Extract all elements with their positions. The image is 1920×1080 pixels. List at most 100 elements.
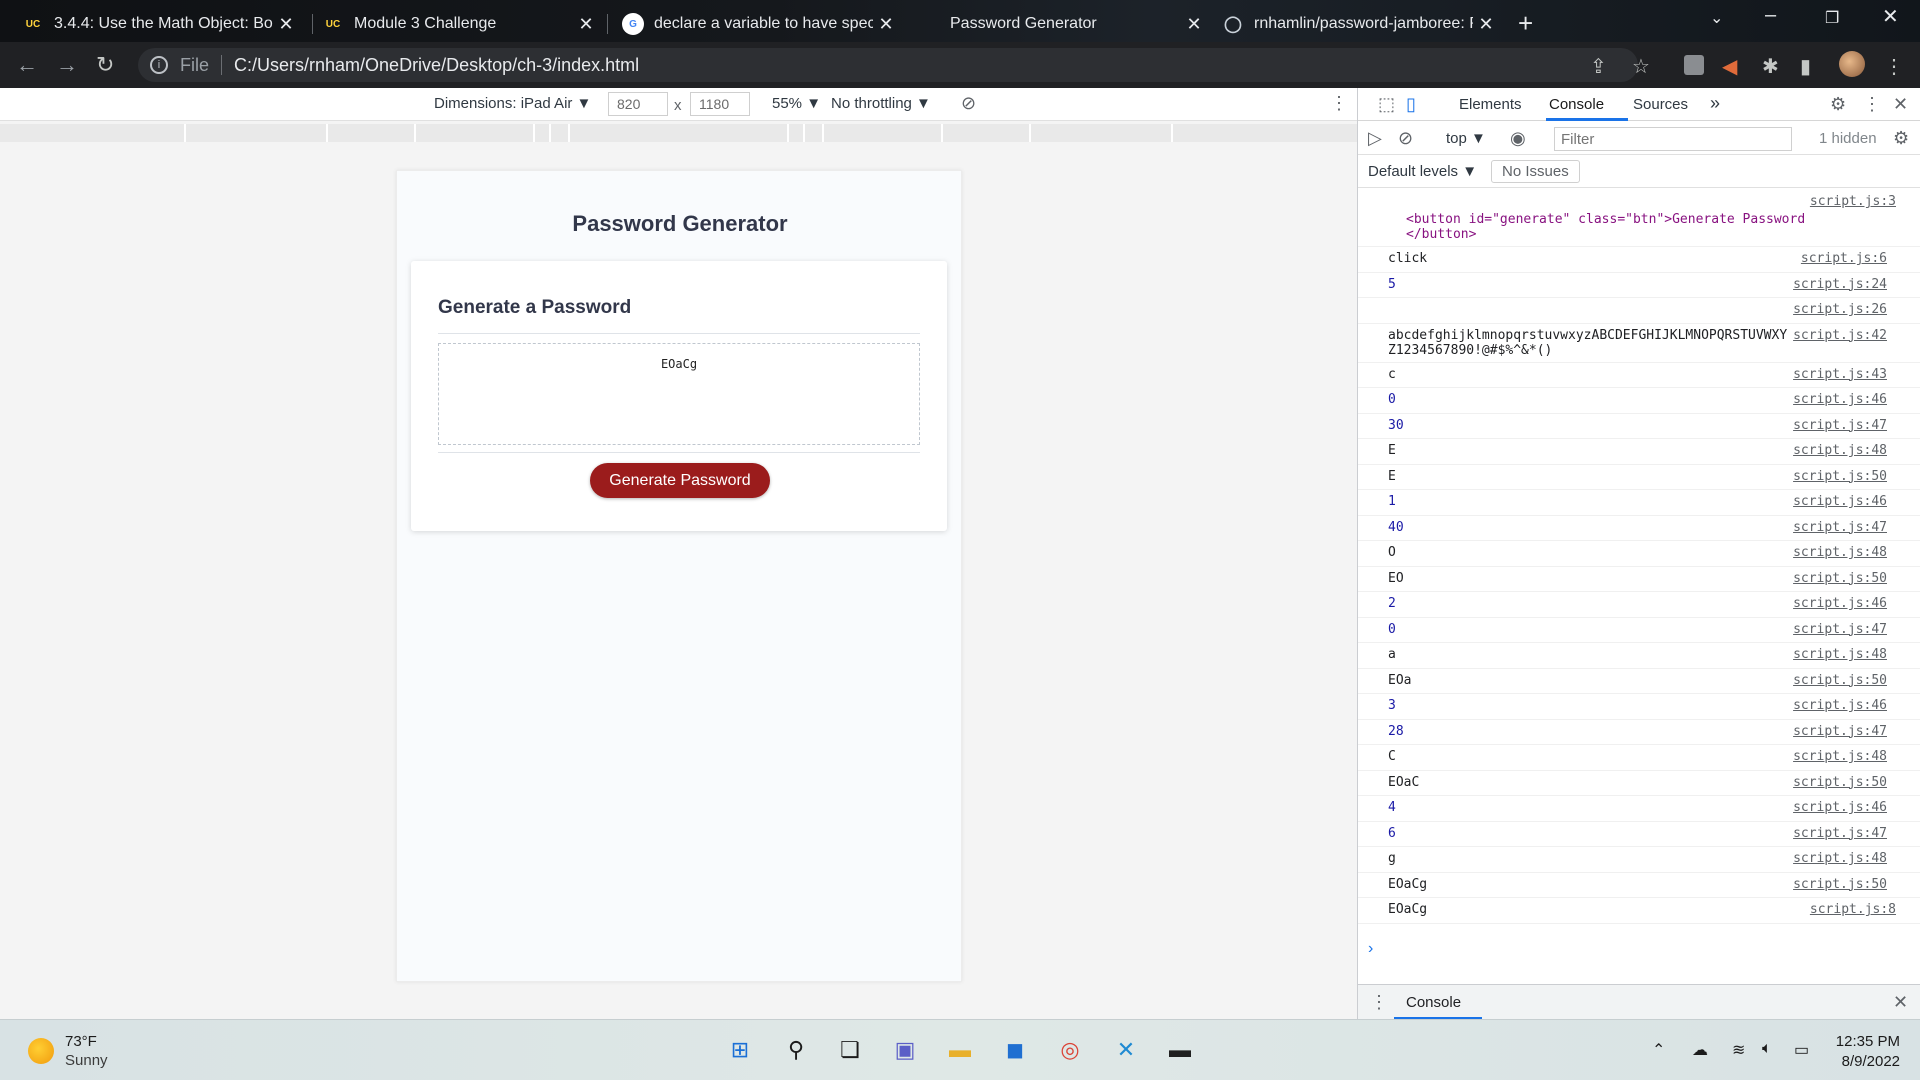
console-filter-input[interactable] — [1554, 127, 1792, 151]
log-levels-select[interactable]: Default levels ▼ — [1368, 163, 1477, 180]
console-source-link[interactable]: script.js:42 — [1793, 328, 1887, 343]
teams-chat-icon[interactable]: ▣ — [889, 1036, 921, 1064]
minimize-icon[interactable]: – — [1765, 4, 1776, 27]
weather-widget[interactable]: 73°F Sunny — [65, 1032, 108, 1070]
device-options-icon[interactable]: ⋮ — [1330, 93, 1348, 114]
close-icon[interactable]: ✕ — [573, 14, 599, 35]
tab-sources[interactable]: Sources — [1633, 96, 1688, 113]
onedrive-icon[interactable]: ☁ — [1692, 1040, 1708, 1060]
side-panel-icon[interactable]: ▮ — [1800, 54, 1811, 79]
width-input[interactable]: 820 — [608, 92, 668, 116]
megaphone-extension-icon[interactable]: ◀ — [1722, 54, 1737, 79]
height-input[interactable]: 1180 — [690, 92, 750, 116]
console-source-link[interactable]: script.js:46 — [1793, 596, 1887, 611]
console-source-link[interactable]: script.js:50 — [1793, 571, 1887, 586]
extensions-puzzle-icon[interactable]: ✱ — [1762, 54, 1779, 79]
devtools-menu-icon[interactable]: ⋮ — [1863, 94, 1881, 115]
system-clock[interactable]: 12:35 PM 8/9/2022 — [1830, 1032, 1900, 1072]
console-source-link[interactable]: script.js:47 — [1793, 622, 1887, 637]
chrome-menu-icon[interactable]: ⋮ — [1884, 54, 1904, 79]
zoom-select[interactable]: 55% ▼ — [772, 95, 821, 112]
console-source-link[interactable]: script.js:3 — [1810, 194, 1896, 209]
console-prompt[interactable]: › — [1368, 940, 1373, 958]
tab-search-icon[interactable]: ⌄ — [1710, 8, 1723, 28]
console-source-link[interactable]: script.js:47 — [1793, 520, 1887, 535]
console-element-close-tag[interactable]: </button> — [1406, 227, 1920, 242]
vscode-icon[interactable]: ✕ — [1110, 1036, 1142, 1064]
rotate-icon[interactable]: ⊘ — [961, 93, 976, 114]
password-textarea[interactable]: EOaCg — [438, 343, 920, 445]
tab-google-search[interactable]: G declare a variable to have special ✕ — [600, 6, 905, 42]
drawer-menu-icon[interactable]: ⋮ — [1370, 992, 1388, 1013]
info-icon[interactable]: i — [150, 56, 168, 74]
devtools-close-icon[interactable]: ✕ — [1893, 94, 1908, 115]
volume-icon[interactable]: 🔈︎ — [1762, 1040, 1772, 1058]
tab-console[interactable]: Console — [1549, 96, 1604, 113]
tray-chevron-icon[interactable]: ⌃ — [1652, 1040, 1665, 1060]
console-source-link[interactable]: script.js:46 — [1793, 494, 1887, 509]
tab-password-generator[interactable]: Password Generator ✕ — [928, 6, 1213, 42]
drawer-tab-console[interactable]: Console — [1406, 994, 1461, 1011]
settings-gear-icon[interactable]: ⚙ — [1830, 94, 1846, 115]
sidebar-toggle-icon[interactable]: ▷ — [1368, 128, 1382, 149]
console-source-link[interactable]: script.js:48 — [1793, 647, 1887, 662]
console-source-link[interactable]: script.js:46 — [1793, 698, 1887, 713]
more-tabs-icon[interactable]: » — [1710, 93, 1720, 114]
throttling-select[interactable]: No throttling ▼ — [831, 95, 931, 112]
new-tab-icon[interactable]: + — [1518, 8, 1533, 39]
sun-weather-icon[interactable] — [28, 1038, 54, 1064]
console-source-link[interactable]: script.js:46 — [1793, 392, 1887, 407]
file-explorer-icon[interactable]: ▬ — [944, 1036, 976, 1064]
issues-button[interactable]: No Issues — [1491, 160, 1580, 183]
tab-github-repo[interactable]: ◯ rnhamlin/password-jamboree: Pa ✕ — [1200, 6, 1505, 42]
microsoft-store-icon[interactable]: ◼ — [999, 1036, 1031, 1064]
bookmark-star-icon[interactable]: ☆ — [1632, 54, 1650, 79]
console-source-link[interactable]: script.js:50 — [1793, 775, 1887, 790]
console-source-link[interactable]: script.js:48 — [1793, 443, 1887, 458]
close-icon[interactable]: ✕ — [1473, 14, 1499, 35]
terminal-icon[interactable]: ▬ — [1164, 1036, 1196, 1064]
tab-module-3[interactable]: UC Module 3 Challenge ✕ — [300, 6, 605, 42]
extension-icon[interactable] — [1684, 55, 1704, 75]
dimensions-select[interactable]: Dimensions: iPad Air ▼ — [434, 95, 591, 112]
restore-icon[interactable]: ❐ — [1825, 8, 1839, 28]
console-source-link[interactable]: script.js:48 — [1793, 749, 1887, 764]
address-bar[interactable]: i File C:/Users/rnham/OneDrive/Desktop/c… — [138, 48, 1638, 82]
console-source-link[interactable]: script.js:50 — [1793, 469, 1887, 484]
console-source-link[interactable]: script.js:24 — [1793, 277, 1887, 292]
console-settings-icon[interactable]: ⚙ — [1893, 128, 1909, 149]
console-source-link[interactable]: script.js:48 — [1793, 851, 1887, 866]
address-url[interactable]: C:/Users/rnham/OneDrive/Desktop/ch-3/ind… — [234, 55, 639, 76]
console-source-link[interactable]: script.js:47 — [1793, 724, 1887, 739]
clear-console-icon[interactable]: ⊘ — [1398, 128, 1413, 149]
console-source-link[interactable]: script.js:50 — [1793, 877, 1887, 892]
console-source-link[interactable]: script.js:48 — [1793, 545, 1887, 560]
console-source-link[interactable]: script.js:26 — [1793, 302, 1887, 317]
profile-avatar[interactable] — [1839, 51, 1865, 77]
window-close-icon[interactable]: ✕ — [1882, 4, 1899, 29]
console-source-link[interactable]: script.js:50 — [1793, 673, 1887, 688]
search-icon[interactable]: ⚲ — [780, 1036, 812, 1064]
console-source-link[interactable]: script.js:47 — [1793, 418, 1887, 433]
generate-password-button[interactable]: Generate Password — [590, 463, 770, 498]
battery-icon[interactable]: ▭ — [1794, 1040, 1809, 1060]
console-source-link[interactable]: script.js:6 — [1801, 251, 1887, 266]
console-element-open-tag[interactable]: <button id="generate" class="btn">Genera… — [1406, 212, 1920, 227]
tab-math-object[interactable]: UC 3.4.4: Use the Math Object: Boot ✕ — [0, 6, 305, 42]
close-icon[interactable]: ✕ — [873, 14, 899, 35]
drawer-close-icon[interactable]: ✕ — [1893, 992, 1908, 1013]
wifi-icon[interactable]: ≋ — [1732, 1040, 1745, 1060]
inspect-element-icon[interactable]: ⬚ — [1378, 94, 1395, 115]
task-view-icon[interactable]: ❏ — [834, 1036, 866, 1064]
chrome-icon[interactable]: ◎ — [1054, 1036, 1086, 1064]
console-source-link[interactable]: script.js:46 — [1793, 800, 1887, 815]
tab-elements[interactable]: Elements — [1459, 96, 1522, 113]
forward-icon[interactable]: → — [56, 52, 78, 78]
live-expression-eye-icon[interactable]: ◉ — [1510, 128, 1526, 149]
context-select[interactable]: top ▼ — [1446, 130, 1486, 147]
back-icon[interactable]: ← — [16, 52, 38, 78]
close-icon[interactable]: ✕ — [273, 14, 299, 35]
windows-start-icon[interactable]: ⊞ — [724, 1036, 756, 1064]
device-toggle-icon[interactable]: ▯ — [1406, 94, 1416, 115]
console-source-link[interactable]: script.js:8 — [1810, 902, 1896, 917]
